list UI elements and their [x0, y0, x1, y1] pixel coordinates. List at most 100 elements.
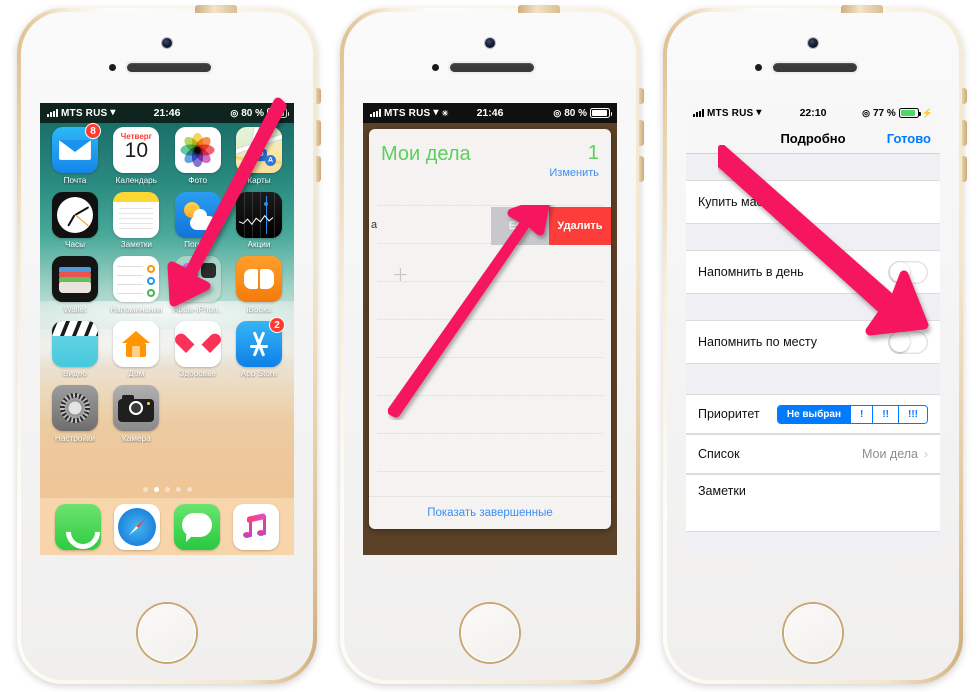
task-title-field[interactable]: Купить масло [686, 180, 940, 224]
silent-switch-3[interactable] [962, 88, 967, 104]
app-maps[interactable]: 80 A Карты [232, 127, 286, 185]
page-dot[interactable] [186, 487, 192, 492]
front-camera-icon-3 [808, 38, 818, 48]
stocks-icon [235, 191, 282, 238]
plus-icon[interactable]: ＋ [392, 267, 409, 284]
app-label: App Store [240, 369, 278, 378]
app-label: Календарь [115, 175, 157, 185]
home-button-1[interactable] [138, 604, 196, 662]
chevron-right-icon: › [924, 447, 928, 461]
home-screen-wallpaper: 8 Почта Четверг 10 Календарь Фото 80 A К… [40, 123, 294, 555]
app-weather[interactable]: Погода [171, 191, 225, 249]
mail-badge: 8 [85, 123, 101, 139]
task-title-text: Купить масло [698, 195, 778, 209]
status-bar-2: MTS RUS ▾ ☀ 21:46 ◎ 80 % [363, 103, 617, 123]
app-photos[interactable]: Фото [171, 127, 225, 185]
priority-row[interactable]: Приоритет Не выбран ! !! !!! [686, 394, 940, 434]
app-appstore[interactable]: 2 App Store [232, 316, 286, 378]
remind-on-day-label: Напомнить в день [698, 265, 804, 279]
remind-at-location-toggle[interactable] [888, 330, 928, 354]
priority-option-medium[interactable]: !! [872, 405, 898, 423]
power-button-2[interactable] [518, 5, 560, 13]
screen-1: MTS RUS ▾ 21:46 ◎ 80 % 8 Почта Четверг 1… [40, 103, 294, 555]
app-clock[interactable]: Часы [48, 191, 102, 249]
screenshot-stage: MTS RUS ▾ 21:46 ◎ 80 % 8 Почта Четверг 1… [0, 0, 980, 692]
remind-at-location-row[interactable]: Напомнить по месту [686, 320, 940, 364]
reminders-app: Мои дела 1 Изменить а Еще Удалить ＋ Пока… [363, 123, 617, 555]
app-stocks[interactable]: Акции [232, 191, 286, 249]
more-button[interactable]: Еще [491, 207, 549, 245]
volume-up-button-1[interactable] [316, 120, 321, 146]
remind-on-day-toggle[interactable] [888, 260, 928, 284]
app-camera[interactable]: Камера [109, 385, 163, 443]
priority-option-none[interactable]: Не выбран [777, 405, 850, 423]
silent-switch-2[interactable] [639, 88, 644, 104]
app-video[interactable]: Видео [48, 320, 102, 378]
page-dots[interactable] [40, 487, 294, 492]
app-empty-2 [232, 385, 286, 443]
volume-down-button-3[interactable] [962, 156, 967, 182]
list-row[interactable]: Список Мои дела › [686, 434, 940, 474]
app-settings[interactable]: Настройки [48, 385, 102, 443]
notes-field[interactable]: Заметки [686, 474, 940, 532]
volume-up-button-3[interactable] [962, 120, 967, 146]
carrier-label-3: MTS RUS [707, 107, 754, 119]
power-button-1[interactable] [195, 5, 237, 13]
music-icon[interactable] [233, 503, 280, 550]
app-label: Wallet [63, 304, 87, 314]
page-dot[interactable] [142, 487, 148, 492]
app-folder[interactable]: Apple-iPhon.. [171, 256, 225, 314]
app-notes[interactable]: Заметки [109, 191, 163, 249]
maps-icon: 80 A [235, 127, 282, 173]
app-row-1: 8 Почта Четверг 10 Календарь Фото 80 A К… [48, 123, 286, 185]
rotation-lock-icon: ◎ [553, 107, 562, 118]
section-gap-2 [686, 224, 940, 250]
navigation-bar: Подробно Готово [686, 123, 940, 154]
phone-icon[interactable] [54, 503, 101, 550]
app-mail[interactable]: 8 Почта [48, 123, 102, 185]
page-dot[interactable] [164, 487, 170, 492]
wallet-icon [52, 256, 98, 302]
wifi-icon: ▾ [110, 107, 116, 118]
priority-option-low[interactable]: ! [849, 405, 873, 423]
app-home[interactable]: Дом [109, 320, 163, 378]
calendar-day: 10 [124, 139, 148, 162]
photos-icon [174, 127, 221, 173]
app-wallet[interactable]: Wallet [48, 256, 102, 314]
page-dot[interactable] [175, 487, 181, 492]
remind-at-location-label: Напомнить по месту [698, 335, 817, 349]
app-label: Акции [247, 240, 271, 249]
clock-icon [52, 191, 98, 238]
power-button-3[interactable] [841, 5, 883, 13]
page-dot-active[interactable] [153, 487, 159, 492]
volume-down-button-2[interactable] [639, 156, 644, 182]
volume-down-button-1[interactable] [316, 156, 321, 182]
brightness-icon: ☀ [441, 108, 449, 118]
earpiece-speaker-2 [450, 63, 534, 72]
home-button-3[interactable] [784, 604, 842, 662]
silent-switch-1[interactable] [316, 88, 321, 104]
maps-pin-icon: A [264, 155, 276, 166]
phone-device-2: MTS RUS ▾ ☀ 21:46 ◎ 80 % Мои дела 1 Изме… [340, 5, 644, 684]
delete-button[interactable]: Удалить [549, 207, 611, 245]
list-value: Мои дела [861, 447, 918, 461]
status-left-3: MTS RUS ▾ [693, 108, 761, 119]
done-button[interactable]: Готово [887, 131, 931, 146]
volume-up-button-2[interactable] [639, 120, 644, 146]
app-health[interactable]: Здоровье [171, 320, 225, 378]
app-row-5: Настройки Камера [48, 385, 286, 443]
video-icon [52, 320, 98, 367]
app-ibooks[interactable]: iBooks [232, 256, 286, 314]
edit-button[interactable]: Изменить [549, 167, 599, 179]
home-button-2[interactable] [461, 604, 519, 662]
safari-icon[interactable] [114, 503, 161, 550]
priority-option-high[interactable]: !!! [898, 405, 927, 423]
signal-bars-icon [693, 109, 704, 117]
priority-segmented-control[interactable]: Не выбран ! !! !!! [776, 404, 928, 424]
messages-icon[interactable] [173, 503, 220, 550]
app-calendar[interactable]: Четверг 10 Календарь [109, 127, 163, 185]
show-completed-button[interactable]: Показать завершенные [369, 496, 611, 529]
app-reminders[interactable]: Напоминания [109, 256, 163, 314]
proximity-sensor-1 [109, 64, 116, 71]
remind-on-day-row[interactable]: Напомнить в день [686, 250, 940, 294]
